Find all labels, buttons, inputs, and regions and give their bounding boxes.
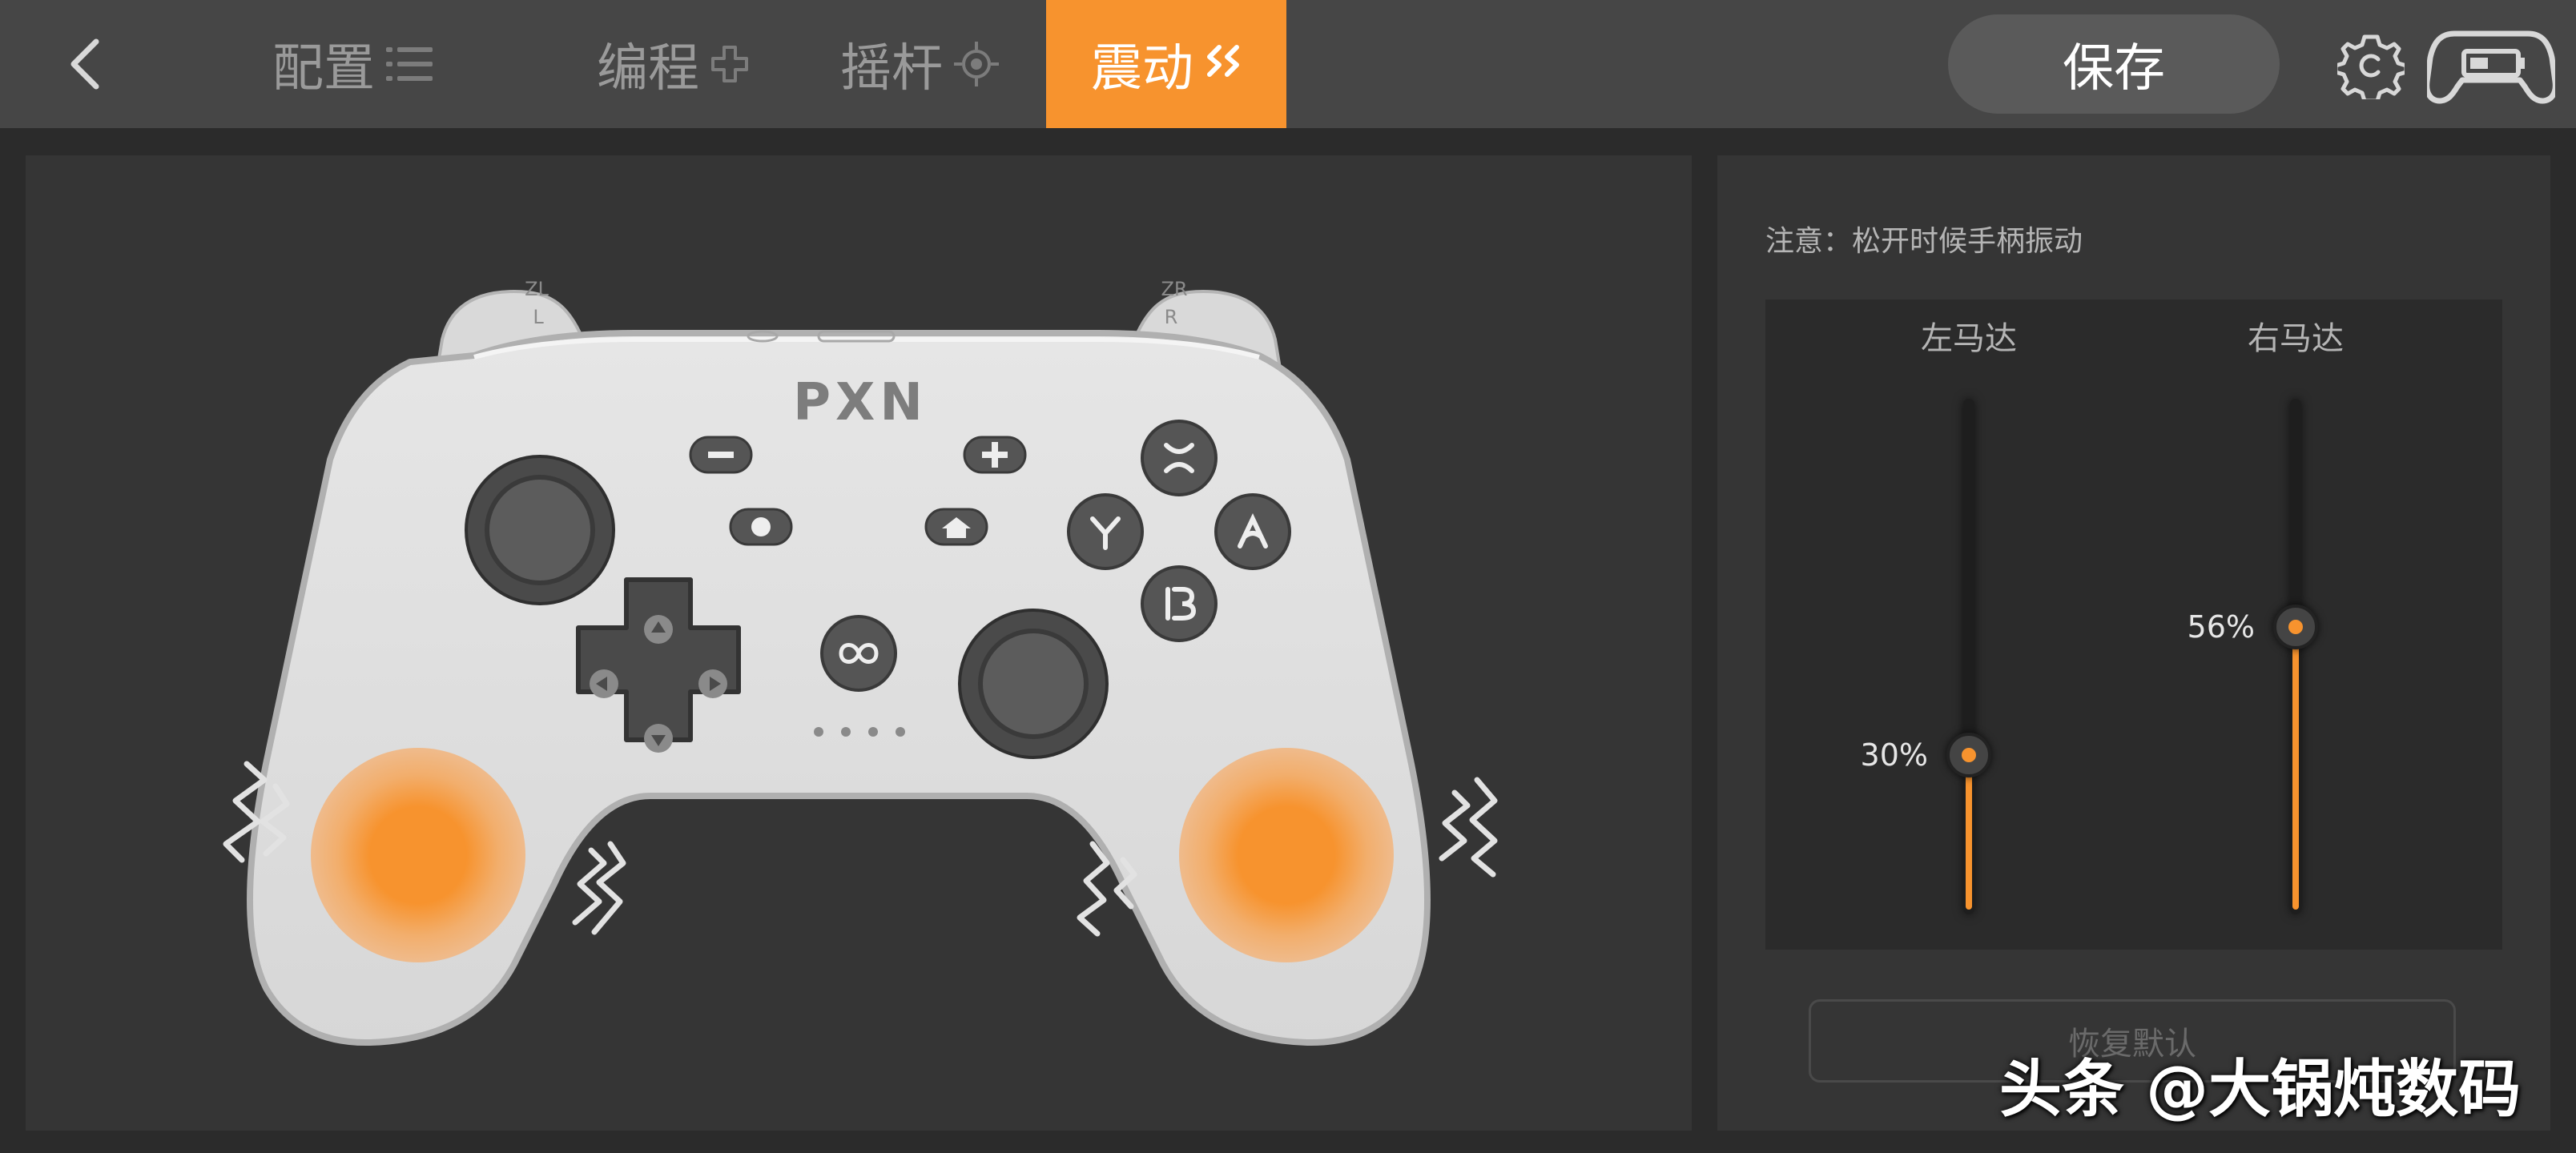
a-button[interactable] — [1214, 493, 1291, 570]
gear-c-icon[interactable] — [2337, 32, 2405, 99]
controller-illustration: ZL L ZR R PXN — [223, 278, 1498, 1047]
motor-sliders: 左马达 右马达 30% 56% — [1765, 299, 2502, 950]
left-rumble-motor — [311, 748, 525, 962]
right-motor-label: 右马达 — [2248, 320, 2344, 357]
right-motor-slider[interactable]: 56% — [2188, 399, 2318, 914]
watermark: 头条 @大锅炖数码 — [1999, 1054, 2522, 1126]
right-motor-handle[interactable] — [2273, 605, 2318, 650]
tab-vibration[interactable]: 震动 — [1046, 0, 1286, 128]
r-label: R — [1165, 306, 1178, 328]
capture-button[interactable] — [729, 508, 793, 546]
x-button[interactable] — [1141, 420, 1218, 496]
plus-button[interactable] — [963, 436, 1027, 474]
chevron-left-icon[interactable] — [56, 32, 120, 96]
l-label: L — [533, 306, 544, 328]
left-joystick[interactable] — [465, 455, 615, 605]
tab-vibration-label: 震动 — [1091, 39, 1193, 98]
turbo-button[interactable] — [820, 615, 897, 692]
vibration-note: 注意：松开时候手柄振动 — [1765, 225, 2083, 258]
plus-outline-icon — [711, 46, 748, 82]
right-rumble-motor — [1179, 748, 1394, 962]
left-motor-percent: 30% — [1860, 737, 1928, 773]
right-motor-fill — [2292, 627, 2299, 910]
left-motor-fill — [1966, 755, 1972, 910]
joystick-target-icon — [954, 42, 999, 86]
tab-joystick[interactable]: 摇杆 — [839, 0, 1000, 128]
home-button[interactable] — [924, 508, 988, 546]
left-motor-label: 左马达 — [1921, 320, 2017, 357]
b-button[interactable] — [1141, 565, 1218, 642]
tab-config-label: 配置 — [272, 39, 375, 98]
zl-label: ZL — [525, 278, 549, 300]
list-icon — [386, 47, 433, 81]
tab-programming-label: 编程 — [597, 39, 699, 98]
brand-logo: PXN — [793, 373, 928, 432]
left-motor-handle[interactable] — [1946, 733, 1991, 778]
tab-programming[interactable]: 编程 — [593, 0, 753, 128]
vibration-settings-panel: 注意：松开时候手柄振动 左马达 右马达 30% 56% 恢复默认 — [1717, 155, 2550, 1131]
tab-joystick-label: 摇杆 — [840, 39, 943, 98]
minus-button[interactable] — [689, 436, 753, 474]
save-button[interactable]: 保存 — [1948, 14, 2280, 114]
left-motor-slider[interactable]: 30% — [1861, 399, 1991, 914]
right-joystick[interactable] — [958, 609, 1109, 759]
top-bar: 配置 编程 摇杆 震动 保存 — [0, 0, 2576, 128]
tab-config[interactable]: 配置 — [256, 0, 449, 128]
gamepad-icon[interactable] — [2427, 27, 2555, 104]
y-button[interactable] — [1067, 493, 1144, 570]
right-motor-percent: 56% — [2187, 609, 2255, 645]
controller-panel: ZL L ZR R PXN — [26, 155, 1692, 1131]
vibration-icon — [1207, 45, 1239, 77]
zr-label: ZR — [1161, 278, 1187, 300]
